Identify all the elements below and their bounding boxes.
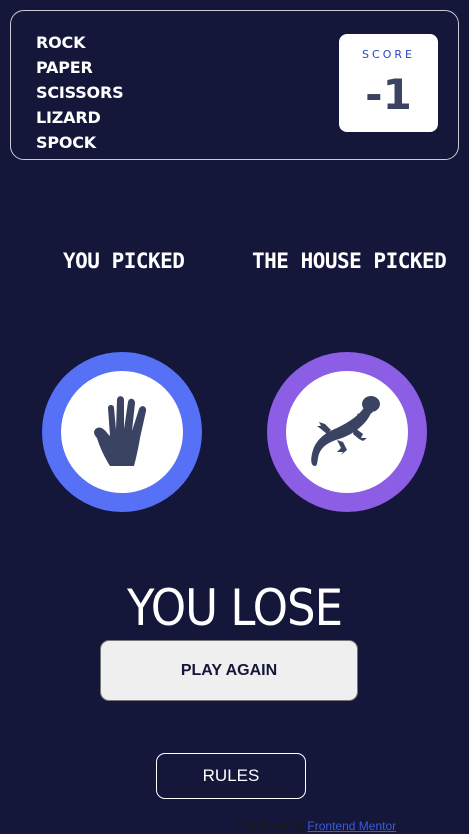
result-text: YOU LOSE [127, 579, 343, 637]
attribution-prefix: Challenge by [234, 819, 305, 833]
scoreboard-header: ROCK PAPER SCISSORS LIZARD SPOCK SCORE -… [10, 10, 459, 160]
title-line-paper: PAPER [36, 58, 93, 77]
title-line-spock: SPOCK [36, 133, 96, 152]
play-again-button[interactable]: PLAY AGAIN [100, 640, 358, 701]
attribution: Challenge by Frontend Mentor [234, 819, 396, 833]
player-choice-token [42, 352, 202, 512]
rules-button[interactable]: RULES [156, 753, 306, 799]
house-choice-token [267, 352, 427, 512]
title-line-lizard: LIZARD [36, 108, 101, 127]
player-choice-face [61, 371, 183, 493]
house-picked-label: THE HOUSE PICKED [252, 249, 447, 273]
lizard-icon [311, 396, 380, 466]
score-label: SCORE [362, 48, 415, 61]
paper-hand-icon [94, 396, 147, 466]
score-value: -1 [365, 70, 412, 119]
title-line-rock: ROCK [36, 33, 86, 52]
house-choice-face [286, 371, 408, 493]
title-line-scissors: SCISSORS [36, 83, 124, 102]
player-picked-label: YOU PICKED [63, 249, 185, 273]
game-title: ROCK PAPER SCISSORS LIZARD SPOCK [36, 30, 124, 155]
frontend-mentor-link[interactable]: Frontend Mentor [307, 819, 396, 833]
score-box: SCORE -1 [339, 34, 438, 132]
